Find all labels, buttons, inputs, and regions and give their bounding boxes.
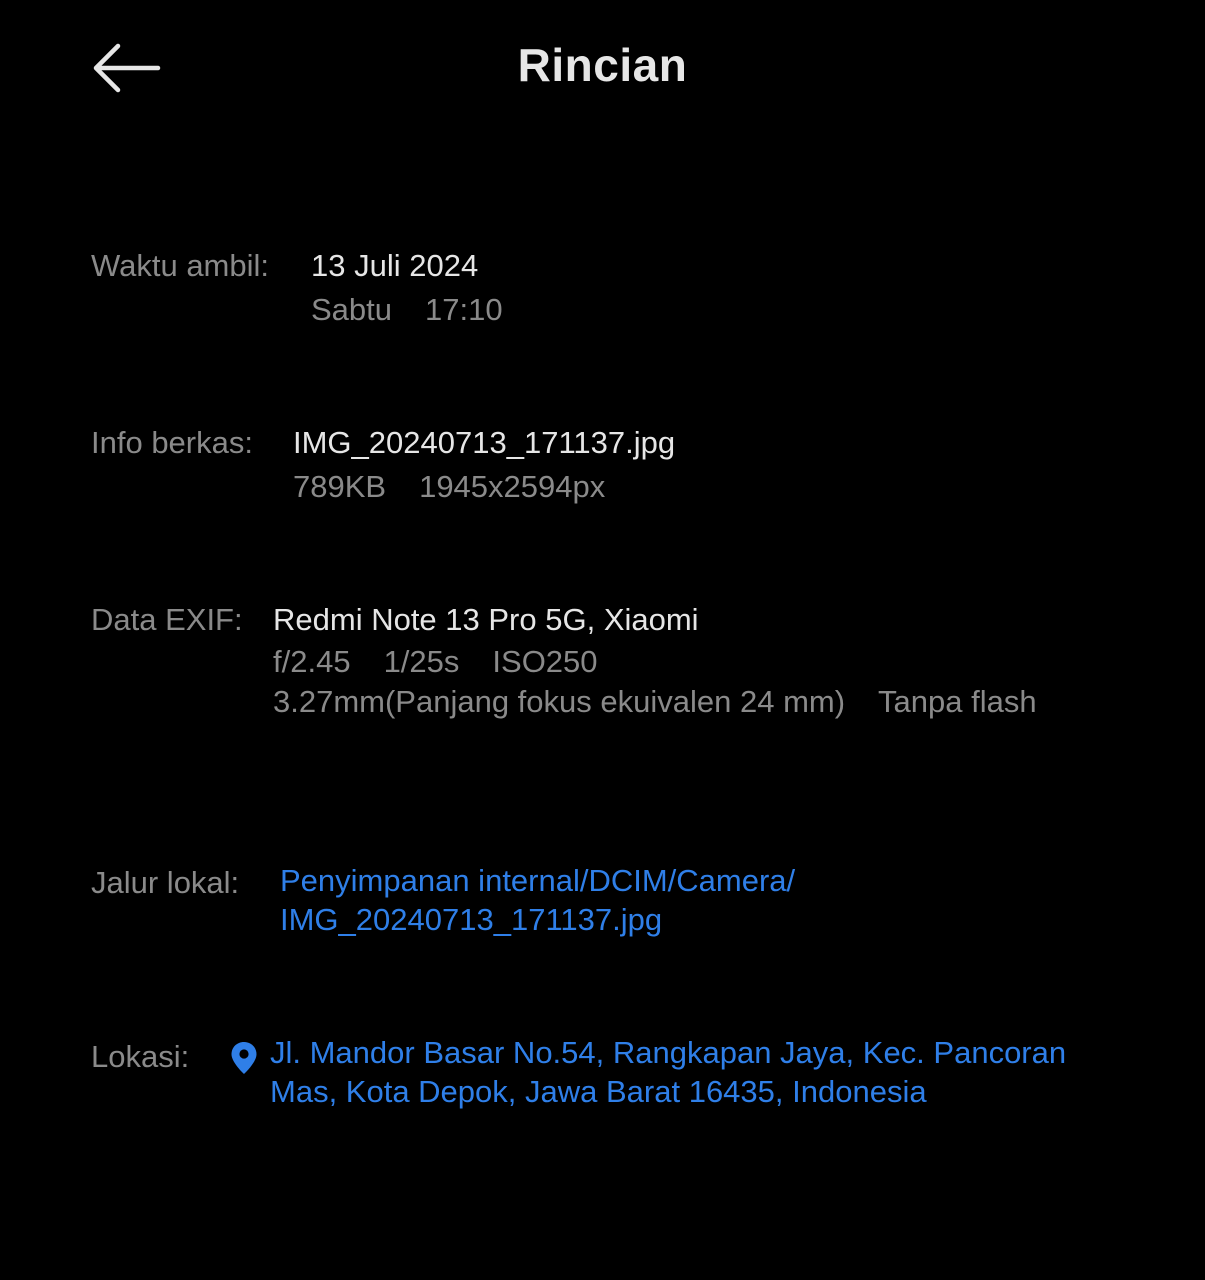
exif-focal: 3.27mm(Panjang fokus ekuivalen 24 mm) (273, 684, 846, 719)
exif-exposure: f/2.45 1/25s ISO250 (273, 642, 1037, 682)
taken-time-label: Waktu ambil: (91, 248, 270, 283)
header: Rincian (0, 0, 1205, 140)
location-line-1[interactable]: Jl. Mandor Basar No.54, Rangkapan Jaya, … (270, 1033, 1066, 1072)
location-label: Lokasi: (91, 1039, 190, 1074)
file-resolution: 1945x2594px (419, 469, 606, 504)
exif-values: Redmi Note 13 Pro 5G, Xiaomi f/2.45 1/25s… (273, 598, 1037, 722)
file-info-values: IMG_20240713_171137.jpg 789KB 1945x2594px (293, 421, 675, 509)
file-size-resolution: 789KB 1945x2594px (293, 465, 675, 509)
taken-time: 17:10 (425, 292, 503, 327)
location-link[interactable]: Jl. Mandor Basar No.54, Rangkapan Jaya, … (270, 1033, 1066, 1111)
page-title: Rincian (517, 39, 688, 91)
local-path-link[interactable]: Penyimpanan internal/DCIM/Camera/ IMG_20… (280, 861, 795, 939)
exif-label: Data EXIF: (91, 602, 243, 637)
taken-time-values: 13 Juli 2024 Sabtu 17:10 (311, 244, 503, 332)
taken-day: Sabtu (311, 292, 393, 327)
exif-lens: 3.27mm(Panjang fokus ekuivalen 24 mm) Tan… (273, 682, 1037, 722)
taken-date: 13 Juli 2024 (311, 248, 479, 283)
exif-shutter: 1/25s (383, 644, 460, 679)
local-path-line-2[interactable]: IMG_20240713_171137.jpg (280, 900, 795, 939)
exif-aperture: f/2.45 (273, 644, 351, 679)
exif-device: Redmi Note 13 Pro 5G, Xiaomi (273, 602, 699, 637)
exif-iso: ISO250 (492, 644, 598, 679)
local-path-line-1[interactable]: Penyimpanan internal/DCIM/Camera/ (280, 861, 795, 900)
file-info-label: Info berkas: (91, 425, 253, 460)
location-pin-icon (231, 1042, 257, 1074)
exif-flash: Tanpa flash (878, 684, 1037, 719)
taken-day-time: Sabtu 17:10 (311, 288, 503, 332)
location-line-2[interactable]: Mas, Kota Depok, Jawa Barat 16435, Indon… (270, 1072, 1066, 1111)
local-path-label: Jalur lokal: (91, 865, 240, 900)
file-size: 789KB (293, 469, 387, 504)
file-name: IMG_20240713_171137.jpg (293, 425, 676, 460)
